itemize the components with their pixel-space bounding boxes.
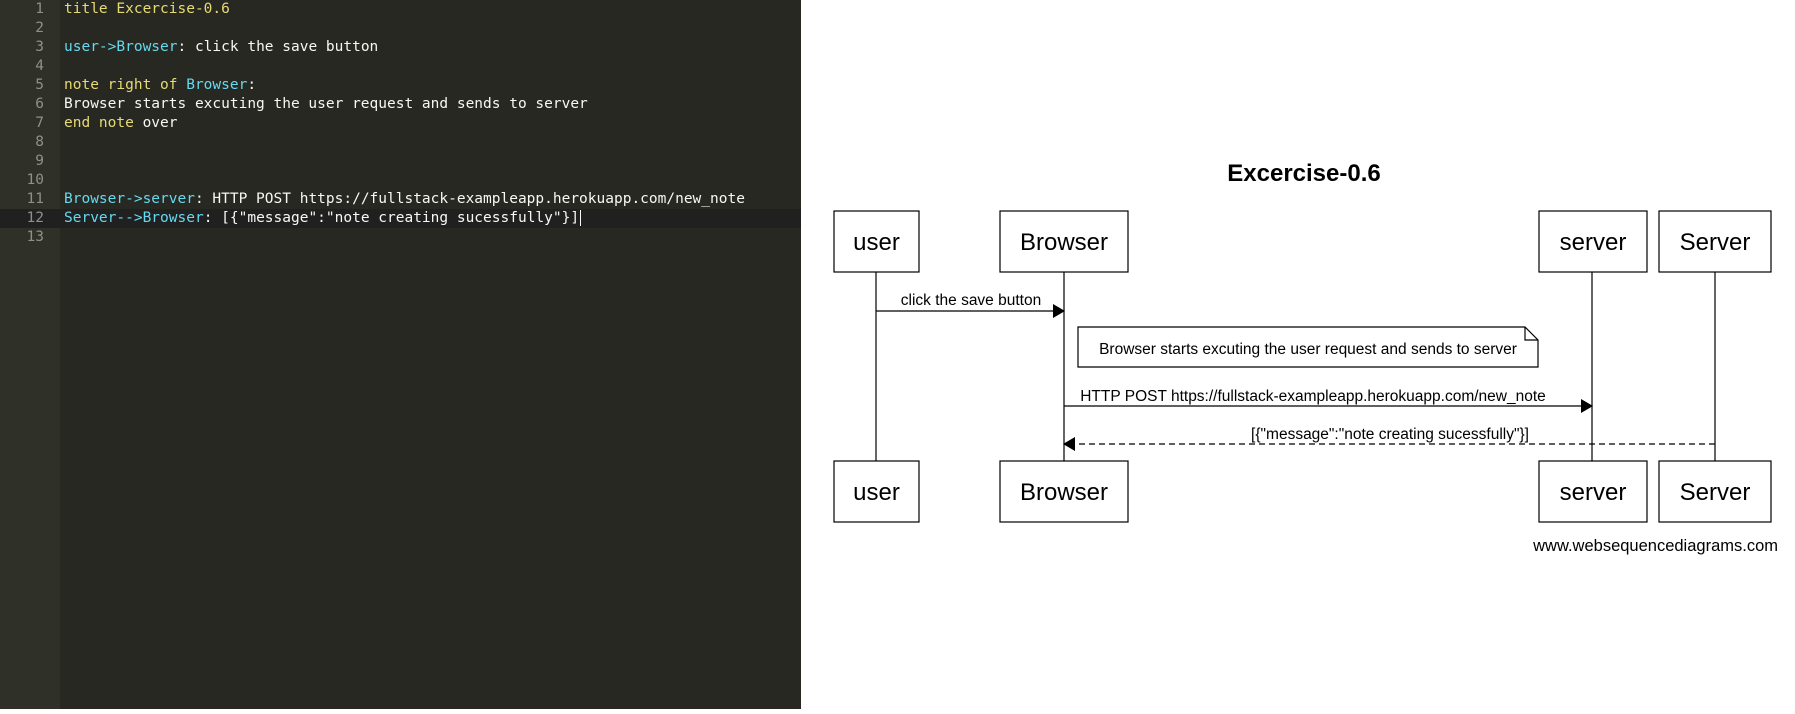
participant-server-cap-top: Server (1658, 210, 1772, 273)
line-number: 10 (26, 172, 44, 188)
svg-text:Server: Server (1680, 229, 1751, 256)
code-token: end note (64, 115, 134, 131)
svg-text:server: server (1560, 229, 1627, 256)
editor-line[interactable]: 12 Server-->Browser: [{"message":"note cr… (0, 209, 801, 228)
code-token: Excercise-0.6 (107, 1, 230, 17)
line-number: 13 (26, 229, 44, 245)
app-window: 1 title Excercise-0.6 2 3 user->Browser: cli… (0, 0, 1795, 709)
code-token: : (247, 77, 257, 93)
code-token: : [{"message":"note creating sucessfully… (203, 210, 580, 226)
line-number: 11 (26, 191, 44, 207)
note-browser: Browser starts excuting the user request… (1077, 326, 1539, 368)
code-token: Browser (186, 77, 248, 93)
diagram-preview: Excercise-0.6 user Browser server Server… (801, 0, 1795, 709)
participant-browser-bottom: Browser (999, 460, 1129, 523)
code-token: over (133, 115, 178, 131)
line-number: 4 (35, 58, 44, 74)
code-token: title (64, 1, 108, 17)
editor-line[interactable]: 10 (0, 171, 801, 190)
editor-line[interactable]: 1 title Excercise-0.6 (0, 0, 801, 19)
code-token: : HTTP POST https://fullstack-exampleapp… (194, 191, 745, 207)
line-number: 12 (26, 210, 44, 226)
message-http-post: HTTP POST https://fullstack-exampleapp.h… (1064, 388, 1593, 413)
code-token: note right of (64, 77, 187, 93)
code-token: user->Browser (64, 39, 178, 55)
line-code[interactable]: Server-->Browser: [{"message":"note crea… (64, 209, 582, 228)
line-number: 9 (35, 153, 44, 169)
svg-text:server: server (1560, 479, 1627, 506)
line-number: 3 (35, 39, 44, 55)
code-token: Server-->Browser (64, 210, 204, 226)
line-number: 8 (35, 134, 44, 150)
line-number: 6 (35, 96, 44, 112)
message-response: [{"message":"note creating sucessfully"}… (1063, 426, 1715, 451)
text-cursor (580, 210, 582, 226)
participant-server-bottom: server (1538, 460, 1648, 523)
svg-text:Browser: Browser (1020, 229, 1108, 256)
editor-line[interactable]: 13 (0, 228, 801, 247)
editor-line[interactable]: 6 Browser starts excuting the user reques… (0, 95, 801, 114)
editor-line[interactable]: 8 (0, 133, 801, 152)
svg-text:Browser: Browser (1020, 479, 1108, 506)
code-token: : click the save button (177, 39, 379, 55)
line-number: 5 (35, 77, 44, 93)
line-number: 2 (35, 20, 44, 36)
message-click-save: click the save button (876, 292, 1065, 318)
participant-server-top: server (1538, 210, 1648, 273)
svg-text:Server: Server (1680, 479, 1751, 506)
code-token: Browser->server (64, 191, 195, 207)
sequence-diagram: Excercise-0.6 user Browser server Server… (833, 160, 1778, 555)
code-token: Browser starts excuting the user request… (64, 96, 588, 112)
line-code[interactable]: title Excercise-0.6 (64, 0, 230, 19)
editor-line[interactable]: 2 (0, 19, 801, 38)
editor-line[interactable]: 3 user->Browser: click the save button (0, 38, 801, 57)
line-number: 7 (35, 115, 44, 131)
svg-text:click the save button: click the save button (901, 292, 1041, 309)
editor-line[interactable]: 11 Browser->server: HTTP POST https://ful… (0, 190, 801, 209)
line-number: 1 (35, 1, 44, 17)
svg-text:HTTP POST https://fullstack-ex: HTTP POST https://fullstack-exampleapp.h… (1080, 388, 1546, 405)
line-code[interactable]: note right of Browser: (64, 76, 256, 95)
svg-text:user: user (853, 229, 900, 256)
participant-browser-top: Browser (999, 210, 1129, 273)
participant-user-bottom: user (833, 460, 920, 523)
line-code[interactable]: Browser->server: HTTP POST https://fulls… (64, 190, 745, 209)
line-code[interactable]: end note over (64, 114, 178, 133)
editor-line[interactable]: 4 (0, 57, 801, 76)
editor-line[interactable]: 5 note right of Browser: (0, 76, 801, 95)
line-code[interactable]: user->Browser: click the save button (64, 38, 378, 57)
editor-line[interactable]: 9 (0, 152, 801, 171)
watermark-link[interactable]: www.websequencediagrams.com (1532, 537, 1778, 555)
participant-user-top: user (833, 210, 920, 273)
svg-text:Browser starts excuting the us: Browser starts excuting the user request… (1099, 341, 1517, 358)
line-code[interactable]: Browser starts excuting the user request… (64, 95, 588, 114)
editor-line[interactable]: 7 end note over (0, 114, 801, 133)
code-editor[interactable]: 1 title Excercise-0.6 2 3 user->Browser: cli… (0, 0, 801, 709)
svg-text:[{"message":"note creating suc: [{"message":"note creating sucessfully"}… (1251, 426, 1529, 443)
participant-server-cap-bottom: Server (1658, 460, 1772, 523)
svg-text:user: user (853, 479, 900, 506)
diagram-title: Excercise-0.6 (1227, 160, 1380, 187)
